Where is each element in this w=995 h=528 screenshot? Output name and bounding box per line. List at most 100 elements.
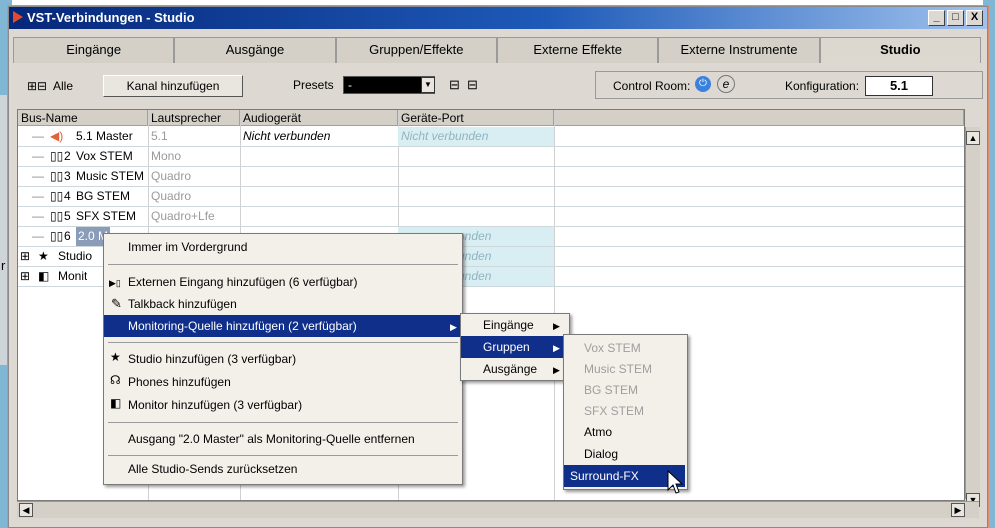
device-port[interactable]: Nicht verbunden [398, 127, 554, 146]
tab-external-effects[interactable]: Externe Effekte [496, 37, 659, 63]
tab-bar: Eingänge Ausgänge Gruppen/Effekte Extern… [13, 37, 981, 63]
save-preset-icon[interactable]: ⊟ [449, 77, 460, 93]
star-icon: ★ [38, 249, 49, 263]
col-device-port[interactable]: Geräte-Port [398, 110, 554, 126]
scroll-up-icon[interactable]: ▲ [966, 131, 980, 145]
row-number: 5 [64, 209, 71, 223]
submenu-groups: Vox STEM Music STEM BG STEM SFX STEM Atm… [563, 334, 688, 490]
scroll-right-icon[interactable]: ▶ [951, 503, 965, 517]
output-icon: ▯▯ [50, 209, 64, 223]
speaker-config: Quadro [151, 189, 192, 203]
menu-item-always-on-top[interactable]: Immer im Vordergrund [104, 236, 462, 258]
table-row[interactable]: — ▯▯ 5 SFX STEM Quadro+Lfe [18, 207, 964, 227]
horizontal-scrollbar[interactable]: ◀ ▶ [17, 501, 979, 518]
configuration-label: Konfiguration: [785, 79, 860, 93]
bus-name: Monit [58, 269, 88, 283]
tab-inputs[interactable]: Eingänge [13, 37, 175, 63]
maximize-button[interactable]: □ [947, 10, 964, 26]
presets-label: Presets [293, 78, 334, 92]
submenu-item-groups[interactable]: Gruppen [461, 336, 567, 358]
menu-item-add-phones[interactable]: Phones hinzufügen [104, 371, 462, 393]
app-icon [13, 11, 23, 23]
submenu-item-music-stem: Music STEM [584, 362, 653, 376]
chevron-right-icon: ▶ [553, 365, 560, 375]
row-number: 2 [64, 149, 71, 163]
minimize-button[interactable]: _ [928, 10, 945, 26]
scroll-left-icon[interactable]: ◀ [19, 503, 33, 517]
context-menu: Immer im Vordergrund Externen Eingang hi… [103, 233, 463, 485]
audio-device[interactable]: Nicht verbunden [243, 127, 330, 146]
table-row[interactable]: — ▯▯ 4 BG STEM Quadro [18, 187, 964, 207]
speaker-config: Quadro [151, 169, 192, 183]
bus-name: Studio [58, 249, 93, 263]
monitor-icon: ◧ [38, 269, 50, 283]
tree-line: — [32, 189, 44, 203]
row-number: 6 [64, 229, 71, 243]
table-row[interactable]: — ◀) 5.1 Master 5.1 Nicht verbunden Nich… [18, 127, 964, 147]
star-icon: ★ [110, 350, 121, 364]
menu-item-add-monitoring-source[interactable]: Monitoring-Quelle hinzufügen (2 verfügba… [104, 315, 460, 337]
bus-name: Vox STEM [76, 149, 133, 163]
menu-item-add-monitor[interactable]: Monitor hinzufügen (3 verfügbar) [104, 394, 462, 416]
menu-separator [108, 342, 458, 343]
configuration-value[interactable]: 5.1 [865, 76, 933, 96]
col-bus-name[interactable]: Bus-Name [18, 110, 148, 126]
delete-preset-icon[interactable]: ⊟ [467, 77, 478, 93]
speaker-config: Quadro+Lfe [151, 209, 215, 223]
mouse-cursor-icon [667, 470, 684, 494]
menu-separator [108, 422, 458, 423]
col-empty [554, 110, 964, 126]
add-channel-button[interactable]: Kanal hinzufügen [103, 75, 243, 97]
col-speaker[interactable]: Lautsprecher [148, 110, 240, 126]
menu-item-add-external-input[interactable]: Externen Eingang hinzufügen (6 verfügbar… [104, 271, 462, 293]
output-icon: ▯▯ [50, 229, 64, 243]
tab-groups-effects[interactable]: Gruppen/Effekte [335, 37, 497, 63]
expand-icon[interactable]: ⊞ [20, 247, 30, 266]
all-label: Alle [53, 79, 74, 93]
bus-name: BG STEM [76, 189, 131, 203]
expand-icon[interactable]: ⊞ [20, 267, 30, 286]
background-panel-char: r [1, 258, 6, 273]
row-number: 3 [64, 169, 71, 183]
tab-outputs[interactable]: Ausgänge [174, 37, 336, 63]
menu-item-reset-studio-sends[interactable]: Alle Studio-Sends zurücksetzen [104, 458, 462, 480]
output-icon: ▯▯ [50, 189, 64, 203]
submenu-item-sfx-stem: SFX STEM [584, 404, 645, 418]
tree-line: — [32, 209, 44, 223]
tab-external-instruments[interactable]: Externe Instrumente [658, 37, 820, 63]
chevron-down-icon[interactable]: ▼ [421, 77, 435, 93]
menu-item-add-studio[interactable]: Studio hinzufügen (3 verfügbar) [104, 348, 462, 370]
vertical-scrollbar[interactable]: ▲ ▼ [965, 127, 980, 507]
menu-separator [108, 455, 458, 456]
power-icon[interactable]: ⏻ [695, 76, 711, 92]
speaker-config: Mono [151, 149, 182, 163]
chevron-right-icon: ▶ [450, 322, 457, 332]
output-icon: ▯▯ [50, 169, 64, 183]
chevron-right-icon: ▶ [553, 343, 560, 353]
submenu-item-bg-stem: BG STEM [584, 383, 639, 397]
speaker-icon: ◀) [50, 129, 64, 143]
close-button[interactable]: X [966, 10, 983, 26]
col-audio-device[interactable]: Audiogerät [240, 110, 398, 126]
bus-name: Music STEM [76, 169, 145, 183]
submenu-item-dialog[interactable]: Dialog [564, 443, 687, 465]
window-title: VST-Verbindungen - Studio [27, 10, 195, 25]
menu-separator [108, 264, 458, 265]
edit-icon[interactable]: e [717, 75, 735, 93]
headphones-icon: ☊ [110, 373, 121, 387]
microphone-icon: ✎ [111, 296, 122, 311]
menu-item-remove-monitoring-source[interactable]: Ausgang "2.0 Master" als Monitoring-Quel… [104, 428, 462, 450]
tab-studio[interactable]: Studio [819, 37, 981, 63]
menu-item-add-talkback[interactable]: Talkback hinzufügen [104, 293, 462, 315]
titlebar: VST-Verbindungen - Studio _ □ X [9, 7, 987, 29]
expand-all-icon[interactable]: ⊞⊟ [27, 79, 47, 93]
table-row[interactable]: — ▯▯ 2 Vox STEM Mono [18, 147, 964, 167]
bus-name: SFX STEM [76, 209, 137, 223]
tree-line: — [32, 129, 44, 143]
table-row[interactable]: — ▯▯ 3 Music STEM Quadro [18, 167, 964, 187]
row-number: 4 [64, 189, 71, 203]
bus-name: 5.1 Master [76, 129, 133, 143]
chevron-right-icon: ▶ [553, 321, 560, 331]
submenu-item-atmo[interactable]: Atmo [564, 421, 687, 443]
tree-line: — [32, 149, 44, 163]
